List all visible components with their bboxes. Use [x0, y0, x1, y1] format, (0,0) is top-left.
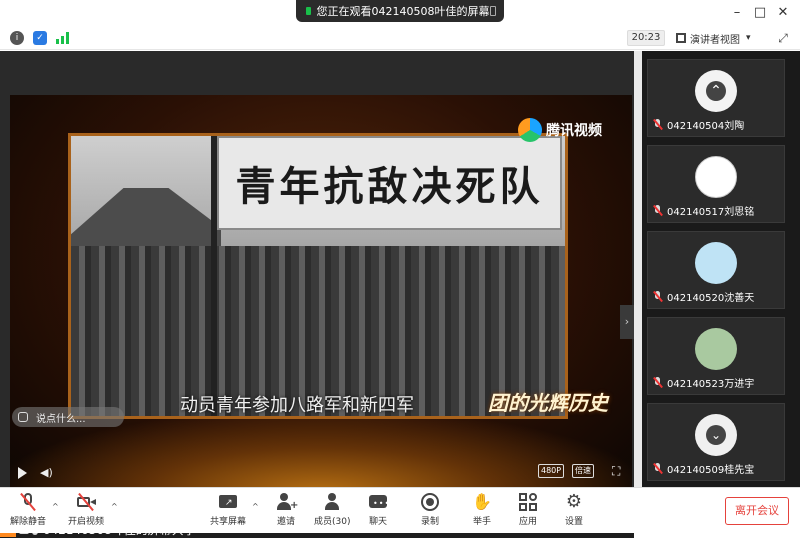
tencent-video-icon: [518, 118, 542, 142]
participant-tile[interactable]: 042140523万进宇: [647, 317, 785, 395]
mic-off-icon: [652, 205, 663, 216]
leave-meeting-button[interactable]: 离开会议: [725, 497, 789, 525]
mic-off-icon: [18, 492, 38, 512]
chat-button[interactable]: ••• 聊天: [368, 492, 389, 530]
program-title: 团的光辉历史: [488, 391, 608, 415]
fullscreen-icon[interactable]: ⤢: [775, 30, 791, 46]
mic-off-icon: [652, 119, 663, 130]
members-icon: [322, 492, 342, 512]
record-icon: [420, 492, 440, 512]
gear-icon: ⚙: [565, 491, 583, 512]
invite-button[interactable]: + 邀请: [276, 492, 298, 530]
chevron-up-icon[interactable]: ⌃: [706, 81, 726, 101]
shared-screen-stage: 青年抗敌决死队 腾讯视频 动员青年参加八路军和新四军 团的光辉历史 说点什么..…: [0, 51, 634, 538]
view-mode-label: 演讲者视图: [690, 34, 740, 46]
share-status-text: 您正在观看042140508叶佳的屏幕: [316, 5, 490, 18]
avatar: [695, 156, 737, 198]
share-status-pill[interactable]: 您正在观看042140508叶佳的屏幕: [296, 0, 504, 22]
mic-off-icon: [652, 463, 663, 474]
participant-tile[interactable]: 042140517刘思铭: [647, 145, 785, 223]
mic-off-icon: [652, 291, 663, 302]
volume-icon[interactable]: ◀): [40, 466, 53, 479]
shield-icon[interactable]: ✓: [33, 31, 47, 45]
participant-tile[interactable]: 042140520沈善天: [647, 231, 785, 309]
participant-name: 042140523万进宇: [667, 379, 755, 390]
meeting-clock: 20:23: [627, 30, 665, 46]
tencent-video-logo: 腾讯视频: [518, 115, 618, 145]
add-user-icon: +: [276, 492, 298, 512]
raise-hand-button[interactable]: ✋ 举手: [472, 492, 492, 530]
mic-off-icon: [652, 377, 663, 388]
start-video-button[interactable]: 开启视频: [68, 492, 104, 530]
panel-collapse-button[interactable]: ›: [620, 305, 634, 339]
settings-button[interactable]: ⚙ 设置: [564, 492, 584, 530]
participant-name: 042140520沈善天: [667, 293, 755, 304]
danmaku-icon: [18, 412, 28, 422]
maximize-button[interactable]: □: [750, 4, 770, 22]
info-icon[interactable]: i: [10, 31, 24, 45]
share-screen-icon: ↗: [218, 492, 238, 512]
apps-icon: [518, 492, 538, 512]
meeting-toolbar: 解除静音 ^ 开启视频 ^ ↗ 共享屏幕 ^ + 邀请 成员(30) ••• 聊…: [0, 487, 800, 533]
unmute-button[interactable]: 解除静音: [10, 492, 46, 530]
chat-icon: •••: [368, 492, 389, 512]
historical-photo: 青年抗敌决死队: [68, 133, 568, 419]
chevron-down-icon: ▾: [746, 33, 751, 43]
view-mode-selector[interactable]: 演讲者视图 ▾: [676, 30, 766, 46]
camera-off-icon: [76, 492, 96, 512]
chevron-up-icon[interactable]: ^: [52, 502, 59, 511]
participant-name: 042140504刘陶: [667, 121, 745, 132]
video-subtitle: 动员青年参加八路军和新四军: [180, 395, 414, 416]
pill-menu-icon[interactable]: [489, 6, 496, 16]
chevron-up-icon[interactable]: ^: [111, 502, 118, 511]
chevron-down-icon[interactable]: ⌄: [706, 425, 726, 445]
participant-panel: ⌃ 042140504刘陶 042140517刘思铭 042140520沈善天 …: [634, 51, 800, 487]
minimize-button[interactable]: –: [727, 4, 747, 22]
play-icon[interactable]: [18, 467, 27, 479]
avatar: ⌄: [695, 414, 737, 456]
participant-name: 042140517刘思铭: [667, 207, 755, 218]
quality-button[interactable]: 480P: [538, 464, 565, 478]
danmaku-input[interactable]: 说点什么...: [12, 407, 124, 427]
close-button[interactable]: ✕: [773, 4, 793, 22]
title-bar: 您正在观看042140508叶佳的屏幕 – □ ✕: [0, 0, 800, 26]
avatar: ⌃: [695, 70, 737, 112]
participant-tile[interactable]: ⌄ 042140509桂先宝: [647, 403, 785, 481]
speed-button[interactable]: 倍速: [572, 464, 594, 478]
avatar: [695, 242, 737, 284]
info-bar: i ✓ 20:23 演讲者视图 ▾ ⤢: [0, 26, 800, 50]
participant-name: 042140509桂先宝: [667, 465, 755, 476]
video-fullscreen-icon[interactable]: ⛶: [612, 464, 620, 479]
members-button[interactable]: 成员(30): [314, 492, 350, 530]
screen-share-icon: [306, 7, 311, 15]
apps-button[interactable]: 应用: [518, 492, 538, 530]
avatar: [695, 328, 737, 370]
chevron-up-icon[interactable]: ^: [252, 502, 259, 511]
photo-banner-text: 青年抗敌决死队: [217, 136, 562, 230]
participant-tile[interactable]: ⌃ 042140504刘陶: [647, 59, 785, 137]
share-screen-button[interactable]: ↗ 共享屏幕: [210, 492, 246, 530]
record-button[interactable]: 录制: [420, 492, 440, 530]
signal-icon[interactable]: [56, 32, 70, 44]
video-player[interactable]: 青年抗敌决死队 腾讯视频 动员青年参加八路军和新四军 团的光辉历史 说点什么..…: [10, 95, 632, 493]
layout-icon: [676, 33, 686, 43]
hand-icon: ✋: [472, 492, 492, 511]
